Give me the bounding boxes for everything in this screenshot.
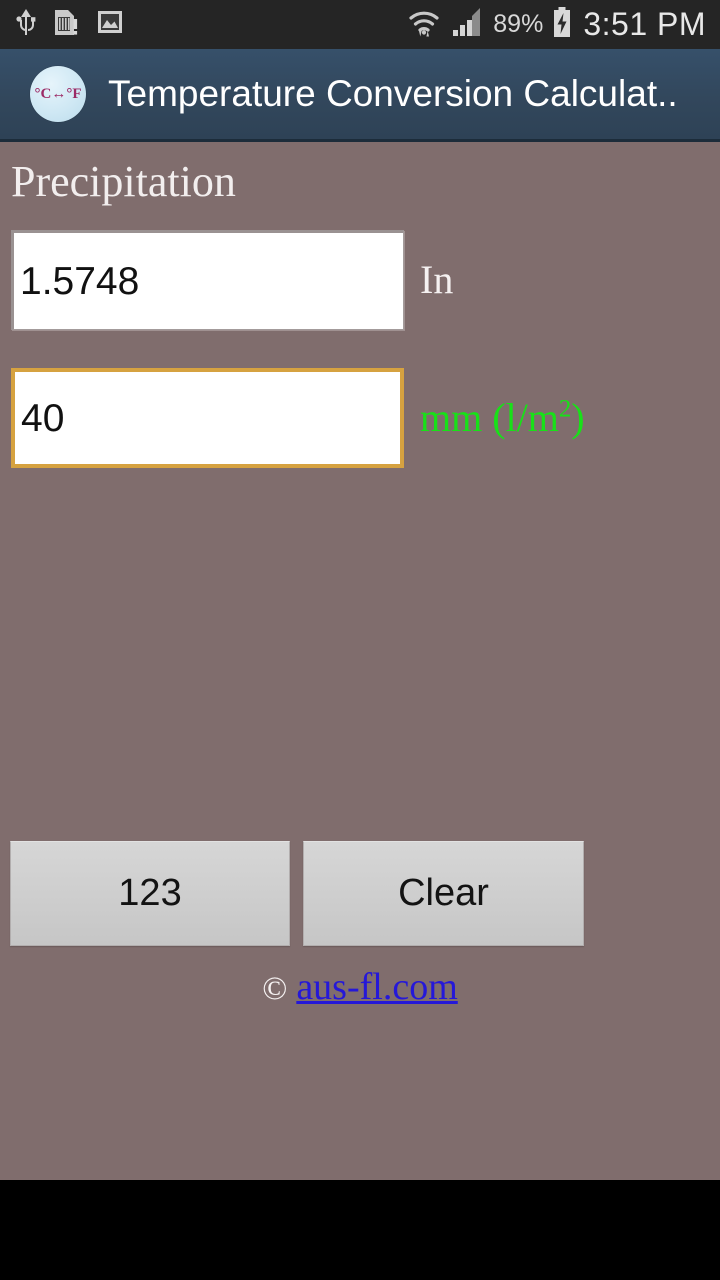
button-row: 123 Clear: [0, 841, 720, 946]
main-content: Precipitation 1.5748 In 40 mm (l/m2) 123…: [0, 142, 720, 1180]
navigation-bar-area: [0, 1180, 720, 1280]
copyright-symbol: ©: [262, 971, 288, 1007]
sd-card-warning-icon: [52, 7, 82, 42]
usb-icon: [14, 8, 38, 41]
footer: © aus-fl.com: [0, 968, 720, 1006]
clear-button[interactable]: Clear: [303, 841, 584, 946]
millimeters-unit-tail: ): [571, 395, 585, 440]
inches-unit-label: In: [420, 257, 454, 302]
cellular-signal-icon: [450, 6, 484, 43]
millimeters-unit-label: mm (l/m2): [420, 395, 585, 440]
inches-field-row: 1.5748 In: [0, 230, 720, 330]
app-title-bar: °C↔°F Temperature Conversion Calculat..: [0, 49, 720, 142]
app-icon-label: °C↔°F: [34, 85, 82, 102]
battery-percent-label: 89%: [493, 10, 544, 38]
millimeters-unit-main: mm (l/m: [420, 395, 559, 440]
inches-field-value: 1.5748: [20, 259, 140, 303]
clock-label: 3:51 PM: [583, 6, 706, 42]
millimeters-field-row: 40 mm (l/m2): [0, 368, 720, 468]
battery-charging-icon: [552, 6, 572, 43]
wifi-icon: [407, 5, 441, 44]
millimeters-unit-exponent: 2: [558, 395, 572, 423]
status-bar-right-icons: 89% 3:51 PM: [407, 5, 720, 44]
app-title: Temperature Conversion Calculat..: [108, 73, 678, 114]
page-title: Precipitation: [11, 157, 236, 206]
website-link[interactable]: aus-fl.com: [296, 968, 457, 1006]
image-icon: [96, 8, 124, 41]
app-icon[interactable]: °C↔°F: [30, 66, 86, 122]
numeric-keypad-button[interactable]: 123: [10, 841, 290, 946]
millimeters-field-value: 40: [21, 396, 65, 440]
millimeters-field[interactable]: 40: [11, 368, 404, 468]
inches-field[interactable]: 1.5748: [11, 230, 404, 330]
status-bar: 89% 3:51 PM: [0, 0, 720, 49]
device-screen: 89% 3:51 PM °C↔°F Temperature Conversion…: [0, 0, 720, 1280]
status-bar-left-icons: [0, 7, 124, 42]
